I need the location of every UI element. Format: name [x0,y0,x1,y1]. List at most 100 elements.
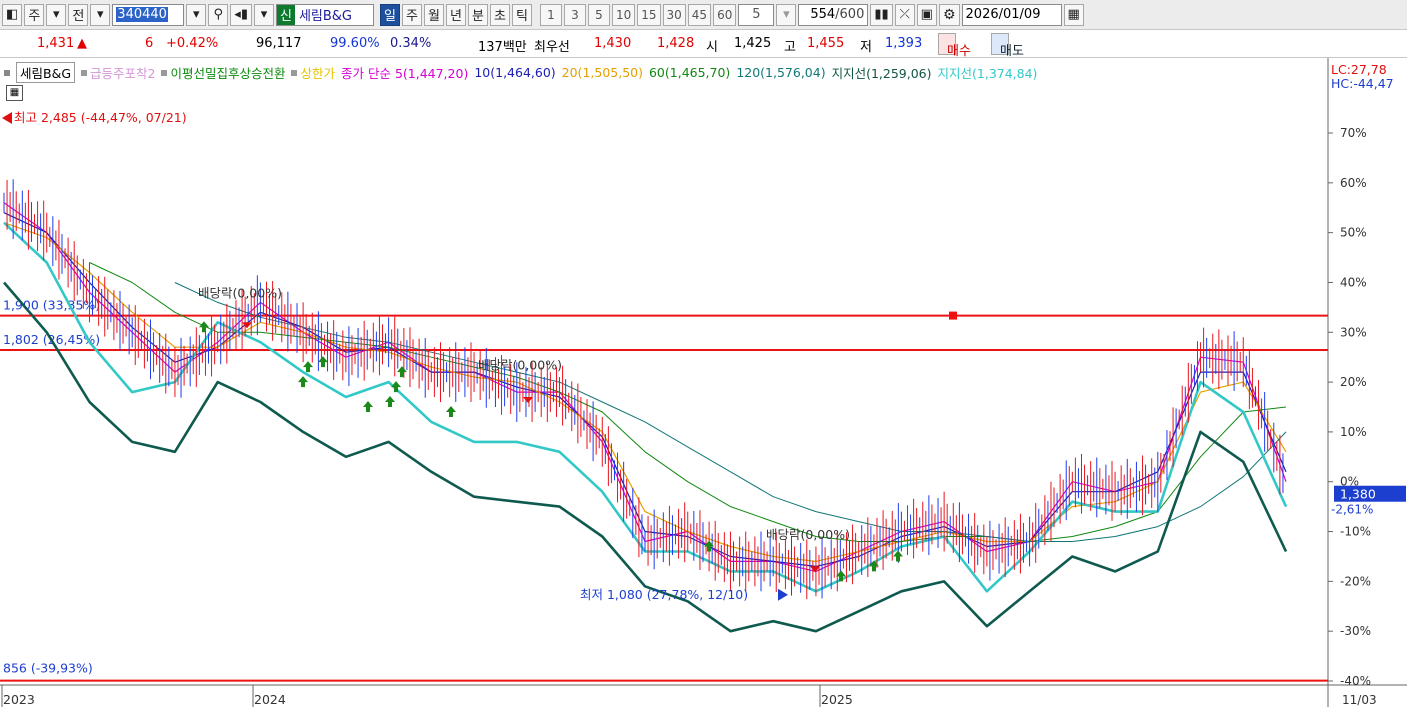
period-tick[interactable]: 틱 [511,3,532,26]
hc-label: HC:-44,47 [1331,76,1394,91]
interval-value: 5 [752,7,761,22]
interval-15[interactable]: 15 [637,3,661,26]
buy-button[interactable]: 매수 [938,33,971,59]
chevron-down-icon[interactable]: ▾ [776,3,797,26]
stock-code-input[interactable]: 340440 [112,3,185,26]
chevron-down-icon[interactable]: ▾ [90,3,111,26]
buy-label: 매수 [947,44,971,59]
legend-item[interactable]: 20(1,505,50) [562,65,643,80]
interval-input[interactable]: 5 [738,3,775,26]
grid-toggle-icon[interactable]: ▦ [6,85,23,101]
interval-label: 30 [666,7,682,22]
quote-bar: 1,431 ▲ 6 +0.42% 96,117 99.60% 0.34% 137… [0,30,1407,59]
price-chart[interactable]: 70%60%50%40%30%20%10%0%-10%-20%-30%-40%L… [0,58,1407,707]
y-tick-label: -20% [1340,574,1371,588]
period-second-label: 초 [493,9,506,24]
chart-area[interactable]: 70% 60% 50% 40% 30% 20% 10% 0% -10% -20% -30% -40% L… [0,58,1407,707]
interval-label: 10 [615,7,632,22]
legend-item[interactable]: 종가 단순 5(1,447,20) [341,63,468,82]
current-price: 1,431 [37,36,75,51]
open-label: 시 [706,40,718,55]
sell-label: 매도 [1000,44,1024,59]
y-tick-label: 40% [1340,275,1367,289]
search-icon[interactable]: ⚲ [208,3,229,26]
price-change-pct: +0.42% [166,36,219,51]
gear-icon[interactable]: ⚙ [938,3,960,26]
count-input[interactable]: 554/600 [798,3,869,26]
high-label: 최고 2,485 (-44,47%, 07/21) [14,110,187,125]
chart-type-select[interactable]: 주 [24,3,45,26]
chevron-down-icon[interactable]: ▾ [253,3,274,26]
interval-label: 15 [641,7,657,22]
legend-stock-name[interactable]: 세림B&G [16,62,76,83]
panel-toggle-icon[interactable]: ◧ [2,3,23,26]
interval-30[interactable]: 30 [662,3,686,26]
high-price: 1,455 [807,36,845,51]
count-value: 554 [810,7,836,22]
period-week[interactable]: 주 [401,3,422,26]
legend-item-label: 20(1,505,50) [561,65,643,80]
interval-1[interactable]: 1 [539,3,562,26]
legend-item[interactable]: 10(1,464,60) [474,65,555,80]
legend-item[interactable]: 이평선밀집후상승전환 [161,63,285,82]
legend-item-label: 이평선밀집후상승전환 [170,66,286,81]
legend-item-label: 종가 단순 5(1,447,20) [341,66,469,81]
calendar-icon[interactable]: ▦ [1063,3,1084,26]
candle-icon[interactable]: ▮▮ [870,3,893,26]
interval-45[interactable]: 45 [687,3,712,26]
x-year-label: 2023 [3,692,35,707]
legend-item[interactable]: 120(1,576,04) [736,65,825,80]
current-pct-label: -2,61% [1331,503,1373,517]
chart-legend: 세림B&G 급등주포착2 이평선밀집후상승전환 상한가 종가 단순 5(1,447,2… [4,62,1037,83]
code-dropdown-icon[interactable]: ▾ [186,3,207,26]
period-tick-label: 틱 [515,9,528,24]
interval-60[interactable]: 60 [713,3,737,26]
y-tick-label: -40% [1340,674,1371,688]
stock-name-box[interactable]: 신 세림B&G [275,3,374,26]
date-input[interactable]: 2026/01/09 [961,3,1062,26]
dividend-label-1: 배당락(0,00%) [198,285,282,300]
x-year-label: 2024 [254,692,286,707]
legend-item[interactable]: 지지선(1,259,06) [832,63,932,82]
period-month[interactable]: 월 [423,3,444,26]
current-price-label: 1,380 [1340,487,1376,502]
level-marker [949,311,957,320]
best-label: 최우선 [534,40,570,55]
legend-item[interactable]: 상한가 [291,63,335,82]
up-arrow-icon: ▲ [77,36,87,51]
period-year[interactable]: 년 [445,3,466,26]
count-total: /600 [835,7,865,22]
lc-label: LC:27,78 [1331,62,1387,77]
interval-3[interactable]: 3 [563,3,586,26]
interval-5[interactable]: 5 [587,3,610,26]
sell-button[interactable]: 매도 [991,33,1024,59]
chart-type-label: 주 [28,9,41,24]
sound-icon[interactable]: ◂▮ [230,3,252,26]
period-month-label: 월 [427,9,440,24]
level3-label: 856 (-39,93%) [3,661,93,676]
open-price: 1,425 [734,36,772,51]
legend-item[interactable]: 급등주포착2 [81,63,155,82]
legend-item-label: 60(1,465,70) [648,65,731,80]
price-change: 6 [145,36,154,51]
stock-name: 세림B&G [298,9,353,24]
chevron-down-icon[interactable]: ▾ [46,3,67,26]
legend-item-label: 급등주포착2 [90,66,156,81]
low-label: 최저 1,080 (27,78%, 12/10) [580,587,748,602]
legend-item-label: 지지선(1,374,84) [937,66,1038,81]
save-icon[interactable]: ▣ [916,3,937,26]
crosshair-icon[interactable]: ⤫ [894,3,915,26]
period-week-label: 주 [405,9,418,24]
period-day[interactable]: 일 [379,3,400,26]
new-listing-badge: 신 [276,4,295,25]
legend-item[interactable]: 지지선(1,374,84) [938,63,1038,82]
y-tick-label: -10% [1340,525,1371,539]
legend-item[interactable]: 60(1,465,70) [649,65,730,80]
period-minute[interactable]: 분 [467,3,488,26]
prev-select[interactable]: 전 [68,3,89,26]
legend-item-label: 120(1,576,04) [736,65,826,80]
interval-10[interactable]: 10 [611,3,636,26]
legend-marker [4,69,10,76]
legend-marker [161,69,168,76]
period-second[interactable]: 초 [489,3,510,26]
